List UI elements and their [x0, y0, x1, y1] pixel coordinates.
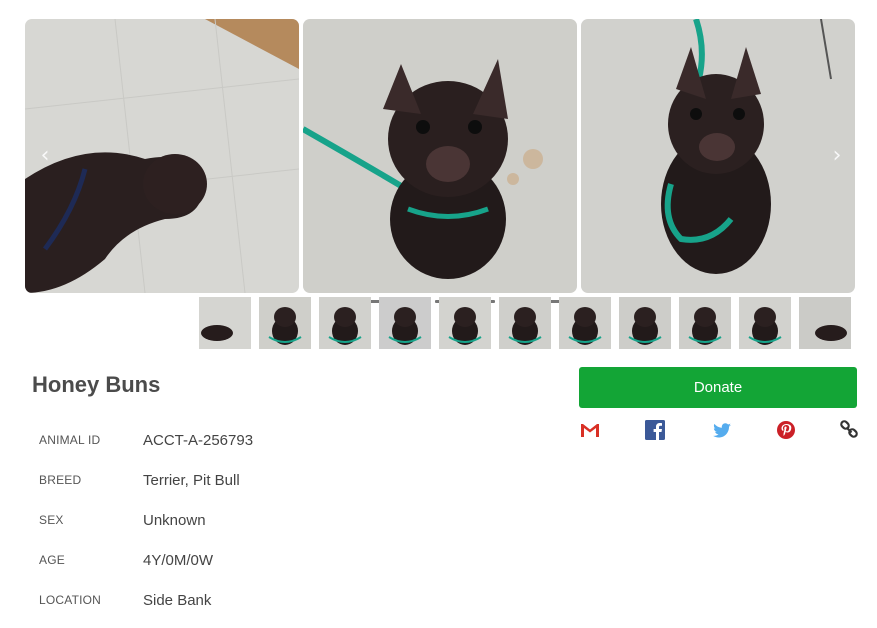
detail-value: Terrier, Pit Bull: [143, 471, 240, 489]
dog-thumbnail-image: [499, 297, 551, 349]
carousel-slide-photo[interactable]: [303, 19, 577, 293]
carousel-next-button[interactable]: ›: [825, 144, 849, 168]
photo-thumbnail[interactable]: [259, 297, 311, 349]
photo-thumbnail[interactable]: [379, 297, 431, 349]
carousel-prev-button[interactable]: ‹: [33, 144, 57, 168]
link-icon: [840, 420, 858, 438]
chevron-left-icon: ‹: [40, 143, 50, 168]
thumbnail-strip: [199, 297, 851, 349]
dog-photo-sitting: [303, 19, 577, 293]
detail-row: ANIMAL ID ACCT-A-256793: [39, 420, 253, 460]
photo-thumbnail[interactable]: [439, 297, 491, 349]
twitter-icon: [713, 423, 731, 438]
photo-thumbnail[interactable]: [199, 297, 251, 349]
photo-thumbnail[interactable]: [739, 297, 791, 349]
donate-button[interactable]: Donate: [579, 367, 857, 408]
share-pinterest-button[interactable]: [775, 419, 797, 441]
pinterest-icon: [777, 421, 795, 439]
detail-label: SEX: [39, 513, 64, 527]
detail-row: BREED Terrier, Pit Bull: [39, 460, 253, 500]
photo-thumbnail[interactable]: [559, 297, 611, 349]
share-gmail-button[interactable]: [579, 419, 601, 441]
detail-value: 4Y/0M/0W: [143, 551, 214, 569]
gmail-icon: [581, 424, 599, 437]
pet-details-list: ANIMAL ID ACCT-A-256793 BREED Terrier, Pit …: [39, 420, 253, 620]
detail-label: LOCATION: [39, 593, 102, 607]
detail-row: LOCATION Side Bank: [39, 580, 253, 620]
photo-thumbnail[interactable]: [679, 297, 731, 349]
detail-label: BREED: [39, 473, 82, 487]
detail-label: AGE: [39, 553, 65, 567]
detail-value: ACCT-A-256793: [143, 431, 254, 449]
share-facebook-button[interactable]: [644, 419, 666, 441]
share-twitter-button[interactable]: [711, 419, 733, 441]
detail-label: ANIMAL ID: [39, 433, 101, 447]
dog-thumbnail-image: [679, 297, 731, 349]
copy-link-button[interactable]: [838, 419, 860, 441]
dog-thumbnail-image: [439, 297, 491, 349]
dog-thumbnail-image: [199, 297, 251, 349]
photo-thumbnail[interactable]: [499, 297, 551, 349]
photo-thumbnail[interactable]: [799, 297, 851, 349]
detail-value: Unknown: [143, 511, 206, 529]
photo-thumbnail[interactable]: [619, 297, 671, 349]
dog-thumbnail-image: [739, 297, 791, 349]
carousel-slide-photo[interactable]: [25, 19, 299, 293]
dog-thumbnail-image: [259, 297, 311, 349]
dog-thumbnail-image: [379, 297, 431, 349]
dog-thumbnail-image: [619, 297, 671, 349]
photo-thumbnail[interactable]: [319, 297, 371, 349]
dog-photo-lying: [25, 19, 299, 293]
detail-row: AGE 4Y/0M/0W: [39, 540, 253, 580]
carousel-slide-photo[interactable]: [581, 19, 855, 293]
pet-name: Honey Buns: [32, 372, 161, 397]
facebook-icon: [645, 420, 665, 440]
dog-thumbnail-image: [319, 297, 371, 349]
detail-row: SEX Unknown: [39, 500, 253, 540]
chevron-right-icon: ›: [832, 143, 842, 168]
detail-value: Side Bank: [143, 591, 212, 609]
dog-thumbnail-image: [559, 297, 611, 349]
dog-thumbnail-image: [799, 297, 851, 349]
dog-photo-leash: [581, 19, 855, 293]
photo-carousel[interactable]: ‹ ›: [25, 19, 855, 303]
